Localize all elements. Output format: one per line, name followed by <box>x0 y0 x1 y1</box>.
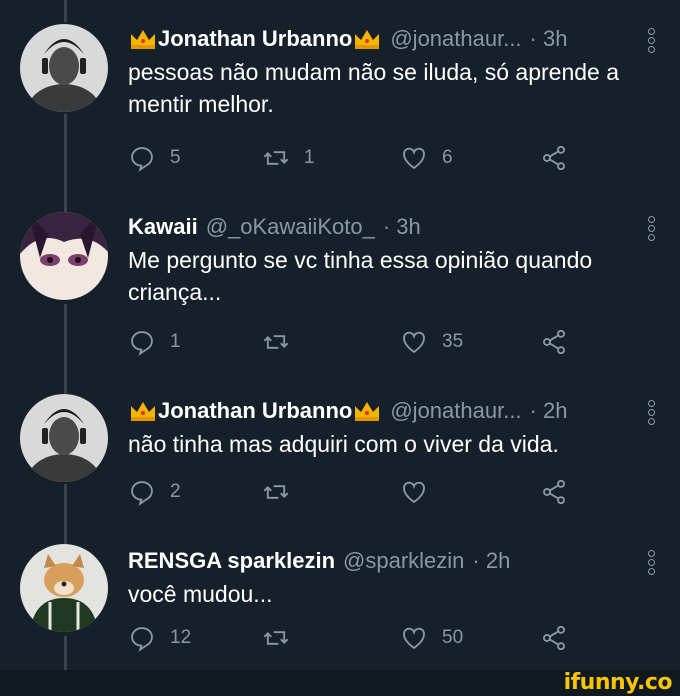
reply-count: 12 <box>170 627 192 648</box>
tweet-actions: 12 50 <box>128 624 598 656</box>
like-count: 6 <box>442 147 453 168</box>
timestamp[interactable]: · 2h <box>530 398 568 424</box>
timestamp[interactable]: · 3h <box>383 214 421 240</box>
display-name[interactable]: Kawaii <box>128 214 198 240</box>
like-count: 35 <box>442 331 464 352</box>
avatar[interactable] <box>20 212 108 300</box>
reply-button[interactable]: 12 <box>128 624 191 652</box>
retweet-button[interactable] <box>262 328 304 356</box>
ifunny-watermark: ifunny.co <box>563 670 673 695</box>
handle[interactable]: @_oKawaiiKoto_ <box>206 214 375 240</box>
crown-emoji-icon <box>131 30 155 49</box>
more-vertical-icon[interactable] <box>648 550 655 575</box>
retweet-icon <box>263 485 289 499</box>
tweet-header: RENSGA sparklezin @sparklezin · 2h <box>128 544 510 578</box>
like-button[interactable] <box>400 478 442 506</box>
reply-icon <box>131 147 153 172</box>
avatar[interactable] <box>20 394 108 482</box>
tweet-header: Kawaii @_oKawaiiKoto_ · 3h <box>128 210 421 244</box>
retweet-button[interactable] <box>262 478 304 506</box>
reply-button[interactable]: 1 <box>128 328 181 356</box>
reply-count: 5 <box>170 147 181 168</box>
share-icon <box>543 625 565 651</box>
like-button[interactable]: 6 <box>400 144 453 172</box>
share-button[interactable] <box>540 478 568 506</box>
display-name[interactable]: Jonathan Urbanno <box>158 26 352 52</box>
share-icon <box>543 329 565 355</box>
heart-icon <box>403 481 425 504</box>
tweet-header: Jonathan Urbanno @jonathaur... · 2h <box>128 394 567 428</box>
tweet-text: não tinha mas adquiri com o viver da vid… <box>128 431 559 457</box>
display-name[interactable]: Jonathan Urbanno <box>158 398 352 424</box>
handle[interactable]: @jonathaur... <box>390 398 521 424</box>
retweet-icon <box>263 631 289 645</box>
retweet-icon <box>263 151 289 165</box>
reply-count: 2 <box>170 481 181 502</box>
share-button[interactable] <box>540 624 568 652</box>
reply-button[interactable]: 2 <box>128 478 181 506</box>
like-button[interactable]: 50 <box>400 624 463 652</box>
display-name[interactable]: RENSGA sparklezin <box>128 548 335 574</box>
retweet-button[interactable] <box>262 624 304 652</box>
handle[interactable]: @jonathaur... <box>390 26 521 52</box>
reply-icon <box>131 331 153 356</box>
share-button[interactable] <box>540 144 568 172</box>
tweet-text: você mudou... <box>128 581 273 607</box>
like-count: 50 <box>442 627 464 648</box>
reply-button[interactable]: 5 <box>128 144 181 172</box>
more-vertical-icon[interactable] <box>648 216 655 241</box>
timestamp[interactable]: · 3h <box>530 26 568 52</box>
tweet[interactable]: RENSGA sparklezin @sparklezin · 2h você … <box>0 544 680 670</box>
retweet-icon <box>263 335 289 349</box>
reply-icon <box>131 481 153 506</box>
tweet[interactable]: Kawaii @_oKawaiiKoto_ · 3h Me pergunto s… <box>0 210 680 390</box>
timestamp[interactable]: · 2h <box>472 548 510 574</box>
tweet-actions: 5 1 6 <box>128 144 598 176</box>
more-vertical-icon[interactable] <box>648 28 655 53</box>
thread-line <box>64 0 67 22</box>
share-icon <box>543 145 565 171</box>
heart-icon <box>403 331 425 354</box>
handle[interactable]: @sparklezin <box>343 548 464 574</box>
like-button[interactable]: 35 <box>400 328 463 356</box>
crown-emoji-icon <box>131 402 155 421</box>
crown-emoji-icon <box>355 30 380 49</box>
tweet-text: pessoas não mudam não se iluda, só apren… <box>128 59 619 117</box>
reply-count: 1 <box>170 331 181 352</box>
more-vertical-icon[interactable] <box>648 400 655 425</box>
retweet-button[interactable]: 1 <box>262 144 315 172</box>
reply-icon <box>131 627 153 652</box>
tweet-header: Jonathan Urbanno @jonathaur... · 3h <box>128 22 567 56</box>
tweet-text: Me pergunto se vc tinha essa opinião qua… <box>128 247 593 305</box>
crown-emoji-icon <box>355 402 380 421</box>
tweet-actions: 2 <box>128 478 598 510</box>
tweet[interactable]: Jonathan Urbanno @jonathaur... · 2h não … <box>0 394 680 534</box>
avatar[interactable] <box>20 24 108 112</box>
tweet-actions: 1 35 <box>128 328 598 360</box>
share-icon <box>543 479 565 505</box>
heart-icon <box>403 147 425 170</box>
avatar[interactable] <box>20 544 108 632</box>
heart-icon <box>403 627 425 650</box>
tweet[interactable]: Jonathan Urbanno @jonathaur... · 3h pess… <box>0 22 680 192</box>
retweet-count: 1 <box>304 147 315 168</box>
share-button[interactable] <box>540 328 568 356</box>
